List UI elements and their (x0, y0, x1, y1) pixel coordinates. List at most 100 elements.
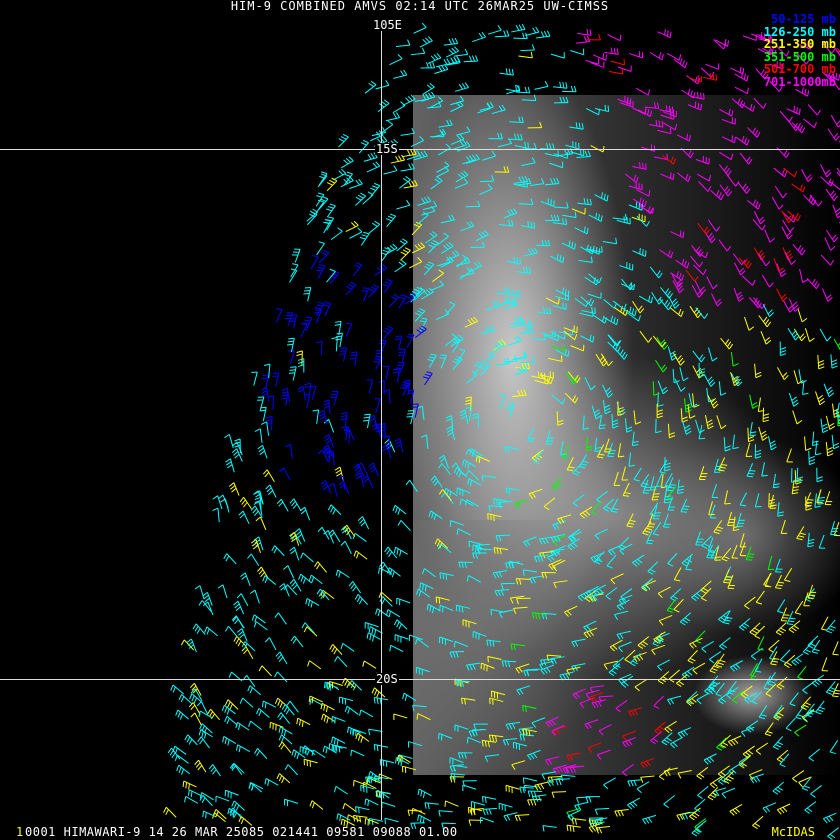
wind-barb (383, 325, 394, 340)
wind-barb (617, 65, 632, 72)
wind-barb (655, 359, 668, 373)
wind-barb (542, 825, 557, 832)
wind-barb (452, 356, 463, 370)
wind-barb (515, 362, 530, 370)
wind-barb (462, 780, 477, 787)
wind-barb (414, 308, 426, 322)
wind-barb (362, 413, 371, 429)
wind-barb (767, 435, 777, 451)
wind-barb (430, 280, 444, 291)
wind-barb (721, 117, 736, 125)
wind-barb (745, 546, 755, 561)
wind-barb (677, 479, 685, 494)
wind-barb (755, 590, 765, 605)
wind-barb (264, 778, 279, 786)
wind-barb (700, 580, 712, 594)
wind-barb (411, 221, 423, 236)
wind-barb (649, 502, 659, 517)
wind-barb (534, 80, 549, 90)
wind-barb (434, 538, 449, 549)
wind-barb (801, 169, 813, 183)
wind-barb (323, 433, 334, 448)
wind-barb (357, 516, 370, 530)
wind-barb (287, 337, 295, 353)
wind-barb (545, 756, 560, 766)
wind-barb (381, 120, 394, 134)
wind-barb (392, 504, 407, 515)
wind-barb (331, 736, 346, 746)
wind-barb (194, 585, 205, 600)
wind-barb (550, 533, 566, 543)
wind-barb (536, 307, 552, 315)
wind-barb (348, 581, 362, 594)
wind-barb (279, 467, 291, 481)
wind-barb (735, 135, 750, 146)
wind-barb (602, 384, 614, 398)
wind-barb (720, 337, 734, 350)
wind-barb (821, 657, 828, 672)
wind-barb (806, 277, 820, 290)
wind-barb (288, 350, 295, 365)
wind-barb (788, 620, 801, 634)
wind-barb (820, 616, 829, 631)
wind-barb (711, 483, 719, 498)
wind-barb (793, 370, 804, 385)
latitude-line-15s (0, 149, 840, 150)
wind-barb (509, 316, 524, 325)
wind-barb (567, 371, 581, 383)
wind-barb (591, 405, 602, 420)
wind-barb (394, 634, 409, 643)
wind-barb (817, 354, 825, 370)
wind-barb (300, 552, 314, 563)
wind-barb (290, 635, 304, 648)
wind-barb (635, 87, 651, 96)
wind-barb (327, 504, 342, 516)
wind-barb (603, 777, 616, 790)
wind-barb (666, 598, 676, 613)
wind-barb (583, 620, 597, 632)
wind-barb (330, 227, 343, 240)
wind-barb (488, 505, 503, 512)
wind-barb (739, 533, 747, 548)
wind-barb (507, 335, 522, 346)
wind-barb (610, 58, 625, 66)
wind-barb (673, 567, 682, 582)
wind-barb (522, 777, 538, 784)
wind-barb (355, 472, 365, 487)
wind-barb (657, 127, 672, 135)
wind-barb (827, 128, 840, 141)
wind-barb (746, 127, 761, 138)
wind-barb (585, 436, 593, 452)
wind-barb (231, 615, 244, 628)
wind-barb (807, 104, 821, 116)
wind-barb (616, 216, 631, 225)
wind-barb (670, 230, 685, 239)
wind-barb (598, 724, 612, 736)
latitude-line-20s (0, 679, 840, 680)
wind-barb (574, 297, 589, 308)
wind-barb (762, 802, 777, 814)
wind-barb (614, 809, 629, 817)
wind-barb (274, 612, 287, 625)
wind-barb (465, 396, 472, 411)
wind-barb (584, 377, 596, 391)
wind-barb (564, 605, 578, 617)
wind-barb (555, 293, 570, 301)
wind-barb (703, 373, 716, 387)
wind-barb (551, 476, 563, 491)
wind-barb (436, 58, 451, 68)
wind-barb (262, 469, 275, 483)
wind-barb (283, 565, 295, 579)
wind-barb (284, 312, 294, 327)
wind-barb (526, 749, 541, 761)
wind-barb (594, 104, 610, 113)
wind-barb (760, 330, 772, 345)
wind-barb (358, 139, 369, 154)
wind-barb (574, 226, 589, 235)
wind-barb (697, 785, 709, 799)
wind-barb (825, 188, 839, 201)
wind-barb (730, 660, 743, 672)
wind-barb (669, 736, 683, 749)
wind-barb (278, 726, 293, 737)
wind-barb (579, 506, 593, 519)
